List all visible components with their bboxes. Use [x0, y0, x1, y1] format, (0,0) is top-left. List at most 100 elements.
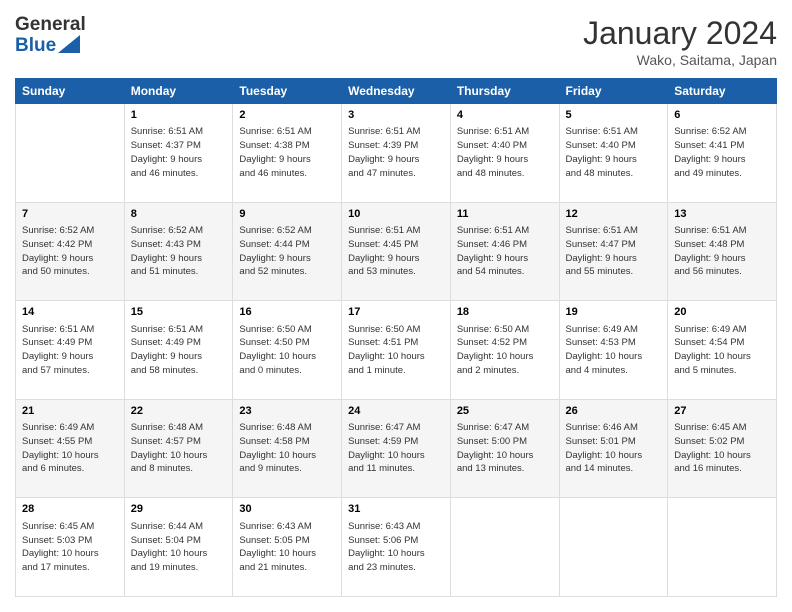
weekday-header: Saturday [668, 79, 777, 104]
day-info: Sunrise: 6:49 AMSunset: 4:55 PMDaylight:… [22, 421, 118, 476]
day-number: 17 [348, 305, 444, 320]
calendar-cell: 10Sunrise: 6:51 AMSunset: 4:45 PMDayligh… [342, 202, 451, 301]
calendar-week-row: 7 Sunrise: 6:52 AMSunset: 4:42 PMDaylight… [16, 202, 777, 301]
calendar-cell: 13 Sunrise: 6:51 AMSunset: 4:48 PMDayligh… [668, 202, 777, 301]
calendar-cell: 31 Sunrise: 6:43 AMSunset: 5:06 PMDayligh… [342, 498, 451, 597]
day-number: 23 [239, 404, 335, 419]
calendar-cell: 24Sunrise: 6:47 AMSunset: 4:59 PMDayligh… [342, 399, 451, 498]
calendar-cell: 2 Sunrise: 6:51 AMSunset: 4:38 PMDaylight… [233, 104, 342, 203]
weekday-header: Sunday [16, 79, 125, 104]
weekday-header: Thursday [450, 79, 559, 104]
day-info: Sunrise: 6:50 AMSunset: 4:50 PMDaylight:… [239, 323, 335, 378]
day-number: 6 [674, 108, 770, 123]
calendar-cell: 25 Sunrise: 6:47 AMSunset: 5:00 PMDayligh… [450, 399, 559, 498]
day-number: 1 [131, 108, 227, 123]
day-number: 4 [457, 108, 553, 123]
day-number: 9 [239, 207, 335, 222]
day-number: 22 [131, 404, 227, 419]
day-info: Sunrise: 6:45 AMSunset: 5:03 PMDaylight:… [22, 520, 118, 575]
day-info: Sunrise: 6:47 AMSunset: 4:59 PMDaylight:… [348, 421, 444, 476]
title-block: January 2024 Wako, Saitama, Japan [583, 15, 777, 68]
day-number: 19 [566, 305, 662, 320]
day-number: 12 [566, 207, 662, 222]
calendar-cell: 1 Sunrise: 6:51 AMSunset: 4:37 PMDaylight… [124, 104, 233, 203]
day-number: 25 [457, 404, 553, 419]
calendar-cell: 20 Sunrise: 6:49 AMSunset: 4:54 PMDayligh… [668, 301, 777, 400]
logo-blue-text: Blue [15, 36, 56, 57]
day-number: 27 [674, 404, 770, 419]
day-number: 8 [131, 207, 227, 222]
calendar-cell: 26Sunrise: 6:46 AMSunset: 5:01 PMDayligh… [559, 399, 668, 498]
calendar-cell: 16 Sunrise: 6:50 AMSunset: 4:50 PMDayligh… [233, 301, 342, 400]
page: General Blue January 2024 Wako, Saitama,… [0, 0, 792, 612]
day-number: 2 [239, 108, 335, 123]
day-number: 7 [22, 207, 118, 222]
calendar-week-row: 14 Sunrise: 6:51 AMSunset: 4:49 PMDayligh… [16, 301, 777, 400]
calendar-cell: 4Sunrise: 6:51 AMSunset: 4:40 PMDaylight… [450, 104, 559, 203]
calendar-week-row: 21 Sunrise: 6:49 AMSunset: 4:55 PMDayligh… [16, 399, 777, 498]
calendar-cell: 22 Sunrise: 6:48 AMSunset: 4:57 PMDayligh… [124, 399, 233, 498]
calendar-cell: 27 Sunrise: 6:45 AMSunset: 5:02 PMDayligh… [668, 399, 777, 498]
day-info: Sunrise: 6:51 AMSunset: 4:40 PMDaylight:… [566, 125, 662, 180]
day-number: 3 [348, 108, 444, 123]
day-info: Sunrise: 6:52 AMSunset: 4:44 PMDaylight:… [239, 224, 335, 279]
day-info: Sunrise: 6:52 AMSunset: 4:42 PMDaylight:… [22, 224, 118, 279]
day-info: Sunrise: 6:51 AMSunset: 4:39 PMDaylight:… [348, 125, 444, 180]
day-number: 28 [22, 502, 118, 517]
calendar-cell: 14 Sunrise: 6:51 AMSunset: 4:49 PMDayligh… [16, 301, 125, 400]
weekday-header: Wednesday [342, 79, 451, 104]
calendar-cell: 3 Sunrise: 6:51 AMSunset: 4:39 PMDaylight… [342, 104, 451, 203]
calendar-cell: 30 Sunrise: 6:43 AMSunset: 5:05 PMDayligh… [233, 498, 342, 597]
calendar-cell: 21 Sunrise: 6:49 AMSunset: 4:55 PMDayligh… [16, 399, 125, 498]
calendar-cell: 9 Sunrise: 6:52 AMSunset: 4:44 PMDaylight… [233, 202, 342, 301]
calendar-cell [668, 498, 777, 597]
calendar-cell: 28 Sunrise: 6:45 AMSunset: 5:03 PMDayligh… [16, 498, 125, 597]
day-info: Sunrise: 6:49 AMSunset: 4:54 PMDaylight:… [674, 323, 770, 378]
month-year: January 2024 [583, 15, 777, 52]
day-info: Sunrise: 6:45 AMSunset: 5:02 PMDaylight:… [674, 421, 770, 476]
day-info: Sunrise: 6:51 AMSunset: 4:45 PMDaylight:… [348, 224, 444, 279]
calendar-cell: 19 Sunrise: 6:49 AMSunset: 4:53 PMDayligh… [559, 301, 668, 400]
day-info: Sunrise: 6:47 AMSunset: 5:00 PMDaylight:… [457, 421, 553, 476]
logo-general: General [15, 15, 86, 36]
day-info: Sunrise: 6:51 AMSunset: 4:49 PMDaylight:… [131, 323, 227, 378]
calendar-cell: 18Sunrise: 6:50 AMSunset: 4:52 PMDayligh… [450, 301, 559, 400]
calendar-table: SundayMondayTuesdayWednesdayThursdayFrid… [15, 78, 777, 597]
day-info: Sunrise: 6:51 AMSunset: 4:37 PMDaylight:… [131, 125, 227, 180]
day-info: Sunrise: 6:49 AMSunset: 4:53 PMDaylight:… [566, 323, 662, 378]
calendar-cell [16, 104, 125, 203]
day-info: Sunrise: 6:51 AMSunset: 4:48 PMDaylight:… [674, 224, 770, 279]
day-info: Sunrise: 6:48 AMSunset: 4:58 PMDaylight:… [239, 421, 335, 476]
weekday-header: Tuesday [233, 79, 342, 104]
location: Wako, Saitama, Japan [583, 52, 777, 68]
day-info: Sunrise: 6:51 AMSunset: 4:46 PMDaylight:… [457, 224, 553, 279]
day-number: 31 [348, 502, 444, 517]
day-info: Sunrise: 6:52 AMSunset: 4:41 PMDaylight:… [674, 125, 770, 180]
day-info: Sunrise: 6:51 AMSunset: 4:38 PMDaylight:… [239, 125, 335, 180]
day-number: 30 [239, 502, 335, 517]
day-number: 16 [239, 305, 335, 320]
day-info: Sunrise: 6:50 AMSunset: 4:51 PMDaylight:… [348, 323, 444, 378]
day-info: Sunrise: 6:43 AMSunset: 5:06 PMDaylight:… [348, 520, 444, 575]
day-number: 13 [674, 207, 770, 222]
day-info: Sunrise: 6:44 AMSunset: 5:04 PMDaylight:… [131, 520, 227, 575]
day-info: Sunrise: 6:43 AMSunset: 5:05 PMDaylight:… [239, 520, 335, 575]
calendar-cell: 15Sunrise: 6:51 AMSunset: 4:49 PMDayligh… [124, 301, 233, 400]
day-number: 5 [566, 108, 662, 123]
day-number: 21 [22, 404, 118, 419]
day-number: 26 [566, 404, 662, 419]
logo-icon [58, 35, 80, 53]
calendar-cell: 6 Sunrise: 6:52 AMSunset: 4:41 PMDaylight… [668, 104, 777, 203]
day-info: Sunrise: 6:48 AMSunset: 4:57 PMDaylight:… [131, 421, 227, 476]
day-number: 20 [674, 305, 770, 320]
day-info: Sunrise: 6:51 AMSunset: 4:47 PMDaylight:… [566, 224, 662, 279]
calendar-cell: 29 Sunrise: 6:44 AMSunset: 5:04 PMDayligh… [124, 498, 233, 597]
calendar-cell [450, 498, 559, 597]
calendar-cell: 7 Sunrise: 6:52 AMSunset: 4:42 PMDaylight… [16, 202, 125, 301]
calendar-cell: 23 Sunrise: 6:48 AMSunset: 4:58 PMDayligh… [233, 399, 342, 498]
day-info: Sunrise: 6:51 AMSunset: 4:49 PMDaylight:… [22, 323, 118, 378]
day-number: 14 [22, 305, 118, 320]
calendar-cell: 8Sunrise: 6:52 AMSunset: 4:43 PMDaylight… [124, 202, 233, 301]
calendar-cell: 12 Sunrise: 6:51 AMSunset: 4:47 PMDayligh… [559, 202, 668, 301]
day-number: 29 [131, 502, 227, 517]
